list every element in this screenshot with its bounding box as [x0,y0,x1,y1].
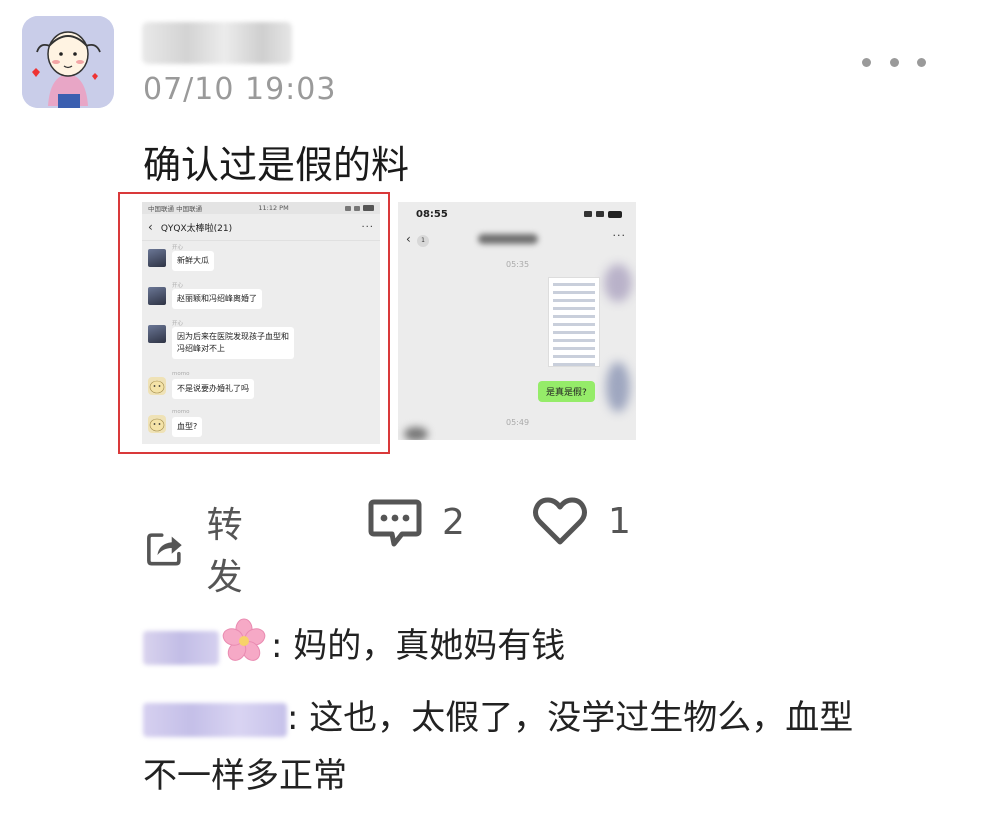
cat-avatar-icon [149,380,165,394]
comment-item[interactable]: : 妈的，真她妈有钱 [143,618,565,677]
post-image-1[interactable]: 中国联通 中国联通 11:12 PM ‹ QYQX太棒啦(21) ··· 开心 … [118,192,390,454]
status-bar: 08:55 [398,202,636,226]
post-text: 确认过是假的料 [143,143,410,187]
sender-name: 开心 [172,321,184,327]
message-bubble: 不是说要办婚礼了吗 [172,379,254,399]
comment-button[interactable]: 2 [368,496,465,548]
comment-text: : 这也，太假了，没学过生物么，血型 [287,698,854,738]
back-icon: ‹ [406,232,411,246]
sender-name: 开心 [172,283,184,289]
avatar-blurred [604,264,632,302]
message-line: 因为后来在医院发现孩子血型和 [177,332,289,341]
share-button[interactable]: 转发 [146,496,258,600]
avatar [148,287,166,305]
chat-title: QYQX太棒啦(21) [160,223,233,234]
avatar-blurred [606,362,630,412]
chat-screenshot-1: 中国联通 中国联通 11:12 PM ‹ QYQX太棒啦(21) ··· 开心 … [142,202,380,444]
chat-message: 开心 赵丽颖和冯绍峰离婚了 [142,279,380,317]
chat-time: 05:49 [506,418,530,427]
chat-message: 开心 因为后来在医院发现孩子血型和 冯绍峰对不上 [142,317,380,369]
more-icon: ··· [361,221,374,233]
commenter-name-blurred[interactable] [143,702,287,737]
more-icon: ··· [612,229,626,242]
message-line: 冯绍峰对不上 [177,344,225,353]
chat-message: 开心 新鲜大瓜 [142,241,380,279]
chat-header: ‹ QYQX太棒啦(21) ··· [142,214,380,241]
post-image-2[interactable]: 08:55 ‹ 1 ··· 05:35 是真是假? 05:49 [398,202,636,440]
contact-name-blurred [478,234,538,244]
status-time: 11:12 PM [258,204,289,212]
share-icon [147,533,182,566]
comment-text-continued: 不一样多正常 [143,756,347,796]
comment-item[interactable]: : 这也，太假了，没学过生物么，血型 [143,694,853,742]
avatar [148,415,166,433]
comment-text: : 妈的，真她妈有钱 [271,626,566,666]
like-button[interactable]: 1 [532,496,631,546]
more-dot [917,57,926,67]
sender-name: momo [172,371,190,377]
message-bubble: 新鲜大瓜 [172,251,214,271]
share-label: 转发 [206,505,243,598]
avatar [148,325,166,343]
avatar [148,377,166,395]
back-icon: ‹ [148,220,153,234]
username-blurred[interactable] [142,22,292,64]
avatar[interactable] [22,16,114,108]
cat-avatar-icon [149,418,165,432]
avatar [148,249,166,267]
message-bubble: 赵丽颖和冯绍峰离婚了 [172,289,262,309]
chat-header: ‹ 1 ··· [398,226,636,256]
heart-icon [533,497,587,545]
status-icons [345,205,374,211]
more-icon[interactable] [862,50,926,74]
avatar-blurred [404,427,428,440]
forwarded-screenshot [548,277,600,367]
comment-count: 2 [442,501,465,543]
message-bubble: 血型? [172,417,203,437]
cartoon-girl-icon [22,16,114,108]
status-icons [584,210,622,218]
chat-time: 05:35 [506,260,530,269]
sent-message-bubble: 是真是假? [538,381,595,402]
sender-name: 开心 [172,245,184,251]
chat-message: momo 血型? [142,407,380,444]
chat-message: momo 不是说要办婚礼了吗 [142,369,380,407]
unread-count: 1 [417,235,429,247]
commenter-name-blurred[interactable] [143,630,219,665]
comment-icon [368,499,422,547]
cherry-blossom-icon [221,618,267,677]
message-bubble: 因为后来在医院发现孩子血型和 冯绍峰对不上 [172,327,294,359]
post-timestamp: 07/10 19:03 [143,72,337,107]
carrier-text: 中国联通 中国联通 [148,205,203,213]
status-bar: 中国联通 中国联通 11:12 PM [142,202,380,214]
more-dot [889,57,899,67]
sender-name: momo [172,409,190,415]
status-time: 08:55 [416,208,448,220]
more-dot [862,57,871,67]
like-count: 1 [608,500,631,542]
